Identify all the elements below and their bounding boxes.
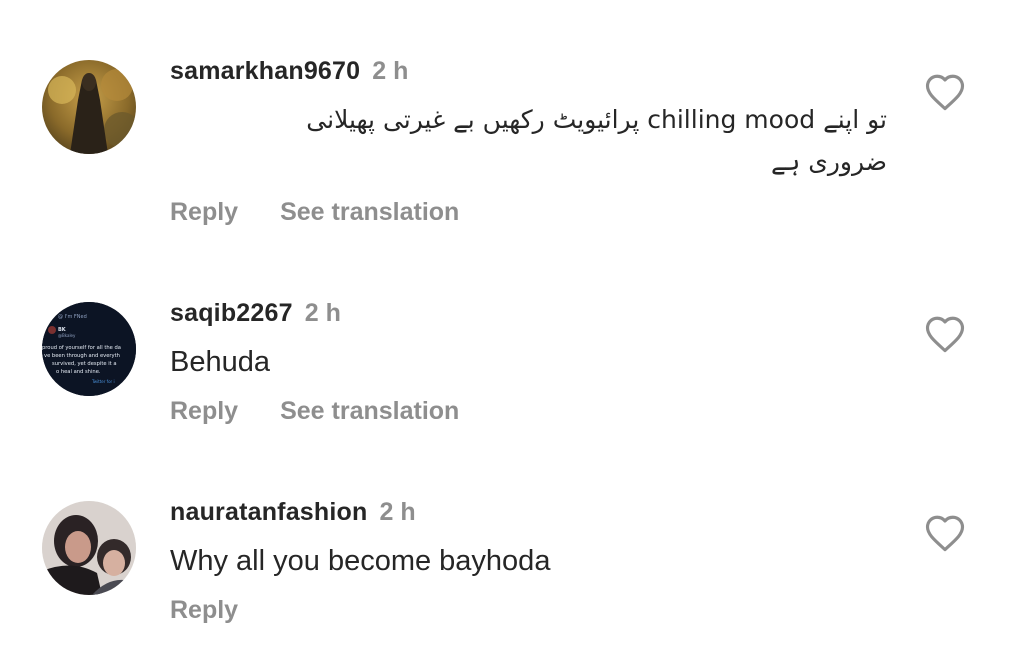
avatar[interactable] — [42, 501, 136, 595]
comment-actions: Reply — [170, 596, 238, 625]
comment-text: Why all you become bayhoda — [170, 545, 551, 577]
comment-3: nauratanfashion 2 h Why all you become ba… — [0, 0, 1024, 640]
timestamp: 2 h — [379, 498, 416, 526]
heart-outline-icon[interactable] — [924, 513, 966, 553]
comment-header: nauratanfashion 2 h — [170, 497, 416, 527]
reply-button[interactable]: Reply — [170, 596, 238, 624]
username[interactable]: nauratanfashion — [170, 498, 367, 526]
